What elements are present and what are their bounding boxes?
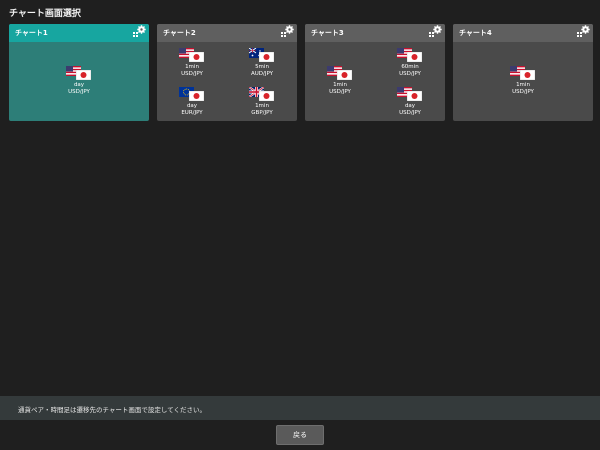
footer-bar: 通貨ペア・時間足は遷移先のチャート画面で設定してください。 xyxy=(0,396,600,420)
card-body: 1min USD/JPY xyxy=(453,42,593,121)
chart-slot: 60min USD/JPY xyxy=(375,48,445,77)
jp-flag-icon xyxy=(259,91,274,101)
currency-flags xyxy=(66,66,92,80)
currency-flags xyxy=(327,66,353,80)
slot-pair: USD/JPY xyxy=(399,70,421,77)
card-header: チャート2 xyxy=(157,24,297,42)
card-title: チャート2 xyxy=(163,29,196,37)
footer-note: 通貨ペア・時間足は遷移先のチャート画面で設定してください。 xyxy=(18,406,207,414)
chart-card-3[interactable]: チャート3 60min USD/JPY 1min USD/JPY day USD… xyxy=(305,24,445,121)
chart-card-4[interactable]: チャート4 1min USD/JPY xyxy=(453,24,593,121)
card-body: 60min USD/JPY 1min USD/JPY day USD/JPY xyxy=(305,42,445,121)
currency-flags xyxy=(249,87,275,101)
jp-flag-icon xyxy=(407,52,422,62)
chart-slot: 1min USD/JPY xyxy=(488,66,558,95)
layout-settings-icon[interactable] xyxy=(576,25,590,39)
jp-flag-icon xyxy=(520,70,535,80)
card-title: チャート1 xyxy=(15,29,48,37)
card-body: day USD/JPY xyxy=(9,42,149,121)
chart-slot: day EUR/JPY xyxy=(157,87,227,116)
page-title: チャート画面選択 xyxy=(9,9,81,19)
chart-card-2[interactable]: チャート2 1min USD/JPY 5min AUD/JPY day EUR/… xyxy=(157,24,297,121)
back-button[interactable]: 戻る xyxy=(276,425,324,445)
slot-pair: USD/JPY xyxy=(512,88,534,95)
jp-flag-icon xyxy=(189,91,204,101)
jp-flag-icon xyxy=(189,52,204,62)
layout-settings-icon[interactable] xyxy=(132,25,146,39)
slot-pair: USD/JPY xyxy=(181,70,203,77)
chart-card-list: チャート1 day USD/JPY チャート2 1min USD/JPY 5mi… xyxy=(9,24,593,121)
chart-slot: day USD/JPY xyxy=(44,66,114,95)
chart-slot: 1min USD/JPY xyxy=(305,66,375,95)
currency-flags xyxy=(179,48,205,62)
slot-pair: GBP/JPY xyxy=(251,109,273,116)
jp-flag-icon xyxy=(76,70,91,80)
currency-flags xyxy=(249,48,275,62)
chart-slot: 1min USD/JPY xyxy=(157,48,227,77)
jp-flag-icon xyxy=(407,91,422,101)
card-header: チャート1 xyxy=(9,24,149,42)
slot-pair: USD/JPY xyxy=(329,88,351,95)
layout-settings-icon[interactable] xyxy=(280,25,294,39)
chart-slot: 1min GBP/JPY xyxy=(227,87,297,116)
card-body: 1min USD/JPY 5min AUD/JPY day EUR/JPY 1m… xyxy=(157,42,297,121)
currency-flags xyxy=(179,87,205,101)
jp-flag-icon xyxy=(259,52,274,62)
chart-slot: day USD/JPY xyxy=(375,87,445,116)
card-header: チャート4 xyxy=(453,24,593,42)
slot-pair: USD/JPY xyxy=(68,88,90,95)
card-title: チャート4 xyxy=(459,29,492,37)
currency-flags xyxy=(397,87,423,101)
jp-flag-icon xyxy=(337,70,352,80)
layout-settings-icon[interactable] xyxy=(428,25,442,39)
currency-flags xyxy=(397,48,423,62)
chart-card-1[interactable]: チャート1 day USD/JPY xyxy=(9,24,149,121)
chart-slot: 5min AUD/JPY xyxy=(227,48,297,77)
currency-flags xyxy=(510,66,536,80)
slot-pair: AUD/JPY xyxy=(250,70,274,77)
card-title: チャート3 xyxy=(311,29,344,37)
slot-pair: EUR/JPY xyxy=(181,109,203,116)
slot-pair: USD/JPY xyxy=(399,109,421,116)
card-header: チャート3 xyxy=(305,24,445,42)
